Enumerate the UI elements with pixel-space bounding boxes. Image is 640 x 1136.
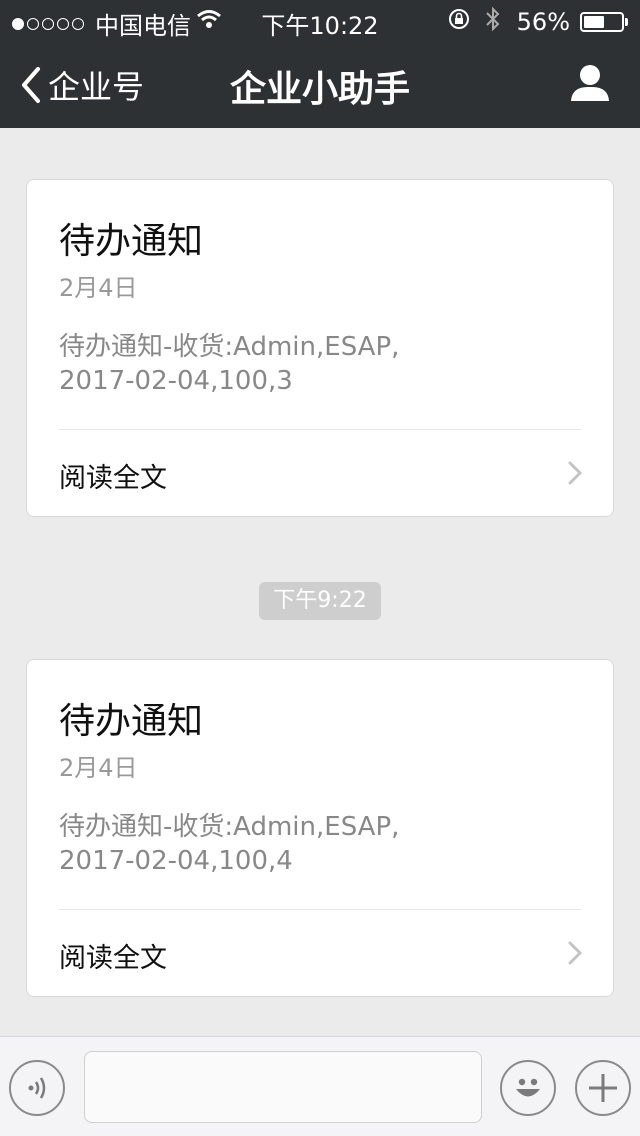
message-date: 2月4日 — [59, 274, 138, 302]
battery-percent: 56% — [516, 8, 570, 36]
message-body-line: 2017-02-04,100,4 — [59, 846, 293, 876]
status-bar: 中国电信 下午10:22 56% — [0, 0, 640, 40]
chat-screen: 中国电信 下午10:22 56% 企业号 企业小助手 待办通知 2月4日 待办通… — [0, 0, 640, 1136]
message-body: 待办通知-收货:Admin,ESAP, 2017-02-04,100,4 — [59, 810, 399, 878]
nav-bar: 企业号 企业小助手 — [0, 40, 640, 128]
message-body-line: 待办通知-收货:Admin,ESAP, — [59, 812, 400, 842]
message-title: 待办通知 — [59, 701, 204, 742]
message-input[interactable] — [84, 1051, 482, 1123]
plus-icon — [589, 1074, 617, 1102]
input-bar — [0, 1036, 640, 1136]
status-right: 56% — [447, 6, 628, 38]
time-separator: 下午9:22 — [259, 582, 381, 620]
smiley-icon — [516, 1078, 540, 1097]
page-title: 企业小助手 — [229, 69, 410, 110]
chevron-right-icon[interactable] — [567, 460, 583, 490]
voice-button[interactable] — [9, 1060, 65, 1116]
message-body: 待办通知-收货:Admin,ESAP, 2017-02-04,100,3 — [59, 330, 399, 398]
read-full-text-link[interactable]: 阅读全文 — [59, 456, 167, 495]
message-date: 2月4日 — [59, 754, 138, 782]
chevron-right-icon[interactable] — [567, 940, 583, 970]
emoji-button[interactable] — [500, 1060, 556, 1116]
person-icon — [571, 65, 609, 101]
message-card: 待办通知 2月4日 待办通知-收货:Admin,ESAP, 2017-02-04… — [26, 179, 614, 517]
divider — [59, 909, 581, 910]
more-button[interactable] — [575, 1060, 631, 1116]
battery-icon — [580, 12, 628, 32]
bluetooth-icon — [485, 6, 501, 38]
message-body-line: 2017-02-04,100,3 — [59, 366, 293, 396]
voice-icon — [28, 1077, 46, 1099]
message-body-line: 待办通知-收货:Admin,ESAP, — [59, 332, 400, 362]
divider — [59, 429, 581, 430]
message-title: 待办通知 — [59, 221, 204, 262]
read-full-text-link[interactable]: 阅读全文 — [59, 936, 167, 975]
header: 中国电信 下午10:22 56% 企业号 企业小助手 — [0, 0, 640, 128]
rotation-lock-icon — [447, 7, 471, 37]
profile-button[interactable] — [570, 64, 610, 106]
message-card: 待办通知 2月4日 待办通知-收货:Admin,ESAP, 2017-02-04… — [26, 659, 614, 997]
